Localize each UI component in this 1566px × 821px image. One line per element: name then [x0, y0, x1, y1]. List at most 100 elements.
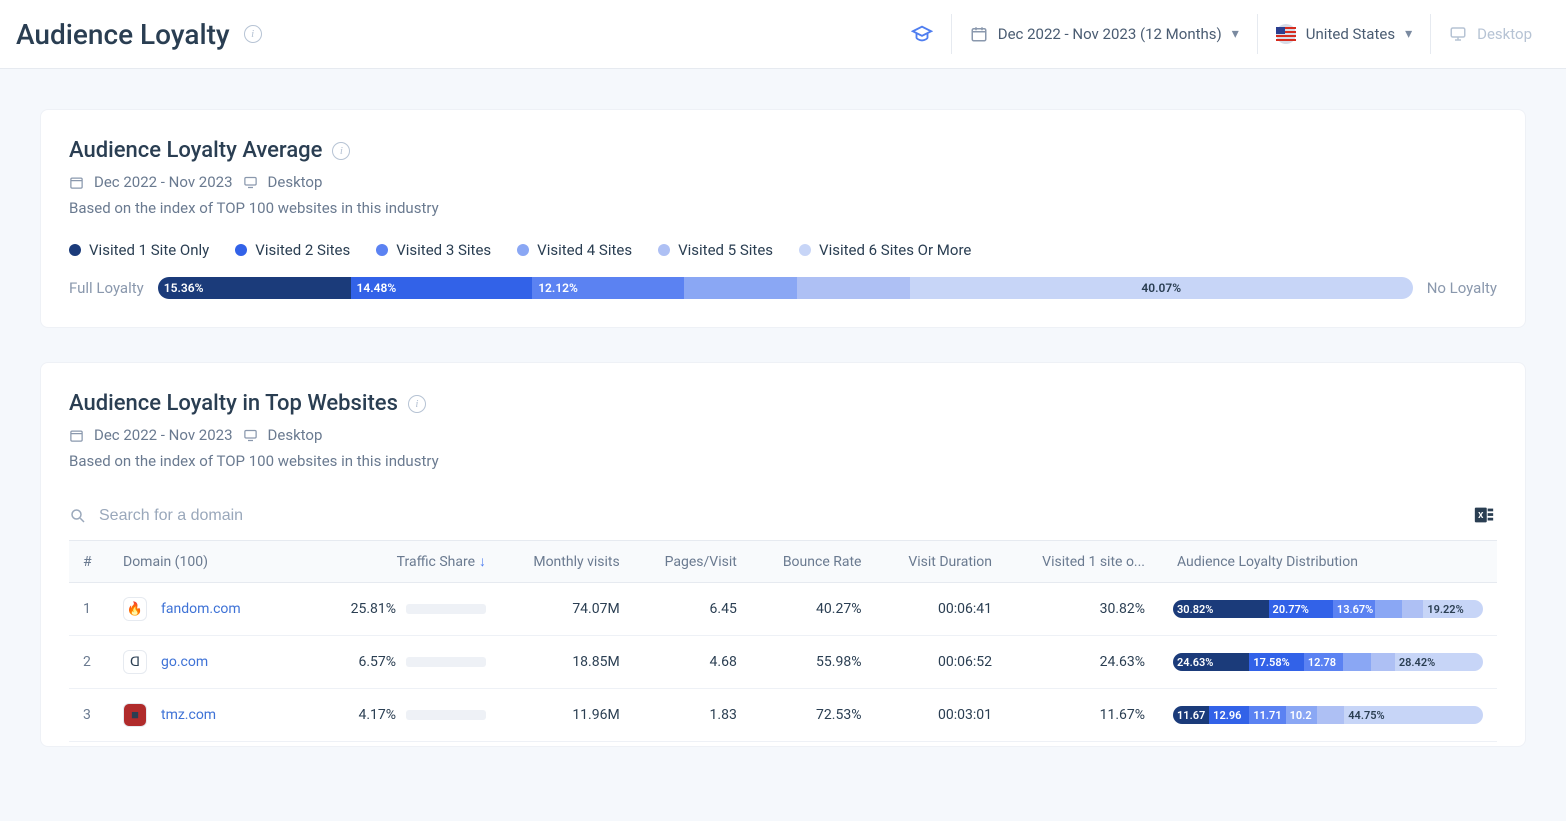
top-device: Desktop — [268, 426, 323, 444]
date-range-label: Dec 2022 - Nov 2023 (12 Months) — [998, 25, 1222, 43]
loyalty-segment — [684, 277, 797, 299]
legend-label: Visited 6 Sites Or More — [819, 241, 971, 259]
cell-pages: 1.83 — [634, 689, 751, 742]
dist-segment: 20.77% — [1269, 600, 1333, 618]
info-icon[interactable]: i — [408, 395, 426, 413]
avg-date: Dec 2022 - Nov 2023 — [94, 173, 233, 191]
cell-duration: 00:06:41 — [875, 583, 1006, 636]
col-bounce[interactable]: Bounce Rate — [751, 541, 876, 583]
legend-item[interactable]: Visited 4 Sites — [517, 241, 632, 259]
chevron-down-icon: ▾ — [1405, 26, 1412, 42]
calendar-icon — [69, 428, 84, 443]
no-loyalty-label: No Loyalty — [1427, 279, 1497, 297]
loyalty-average-card: Audience Loyalty Average i Dec 2022 - No… — [40, 109, 1526, 328]
favicon: 🔥 — [123, 597, 147, 621]
full-loyalty-label: Full Loyalty — [69, 279, 144, 297]
dist-segment: 11.67 — [1173, 706, 1209, 724]
info-icon[interactable]: i — [244, 25, 262, 43]
legend-dot — [235, 244, 247, 256]
search-input[interactable] — [99, 507, 499, 525]
dist-segment: 44.75% — [1344, 706, 1483, 724]
legend-dot — [658, 244, 670, 256]
legend-label: Visited 5 Sites — [678, 241, 773, 259]
avg-device: Desktop — [268, 173, 323, 191]
chevron-down-icon: ▾ — [1232, 26, 1239, 42]
loyalty-segment: 14.48% — [351, 277, 533, 299]
cell-domain: 🔥 fandom.com — [109, 583, 309, 636]
col-index[interactable]: # — [69, 541, 109, 583]
dist-segment — [1371, 653, 1395, 671]
country-selector[interactable]: United States ▾ — [1257, 14, 1430, 54]
domain-link[interactable]: tmz.com — [161, 707, 216, 723]
col-pages[interactable]: Pages/Visit — [634, 541, 751, 583]
device-selector[interactable]: Desktop — [1430, 14, 1550, 54]
calendar-icon — [970, 25, 988, 43]
cell-bounce: 40.27% — [751, 583, 876, 636]
sort-desc-icon: ↓ — [479, 554, 486, 570]
domain-link[interactable]: fandom.com — [161, 601, 241, 617]
education-icon[interactable] — [893, 14, 951, 54]
legend-dot — [799, 244, 811, 256]
cell-domain: ■ tmz.com — [109, 689, 309, 742]
cell-dist: 24.63%17.58%12.7828.42% — [1159, 636, 1497, 689]
favicon: ■ — [123, 703, 147, 727]
dist-segment: 28.42% — [1395, 653, 1483, 671]
loyalty-bar-row: Full Loyalty 15.36%14.48%12.12%40.07% No… — [69, 277, 1497, 299]
loyalty-table: # Domain (100) Traffic Share↓ Monthly vi… — [69, 540, 1497, 742]
legend-item[interactable]: Visited 3 Sites — [376, 241, 491, 259]
table-row: 3 ■ tmz.com 4.17% 11.96M 1.83 72.53% 00:… — [69, 689, 1497, 742]
legend-item[interactable]: Visited 2 Sites — [235, 241, 350, 259]
legend-dot — [376, 244, 388, 256]
loyalty-segment: 40.07% — [910, 277, 1413, 299]
legend-item[interactable]: Visited 1 Site Only — [69, 241, 209, 259]
cell-visited1: 11.67% — [1006, 689, 1159, 742]
col-domain[interactable]: Domain (100) — [109, 541, 309, 583]
legend-item[interactable]: Visited 6 Sites Or More — [799, 241, 971, 259]
legend-item[interactable]: Visited 5 Sites — [658, 241, 773, 259]
info-icon[interactable]: i — [332, 142, 350, 160]
col-traffic[interactable]: Traffic Share↓ — [309, 541, 500, 583]
loyalty-stacked-bar: 15.36%14.48%12.12%40.07% — [158, 277, 1413, 299]
col-duration[interactable]: Visit Duration — [875, 541, 1006, 583]
cell-traffic: 4.17% — [309, 689, 500, 742]
dist-segment — [1317, 706, 1344, 724]
legend: Visited 1 Site Only Visited 2 Sites Visite… — [69, 241, 1497, 259]
dist-segment — [1402, 600, 1424, 618]
col-visits[interactable]: Monthly visits — [500, 541, 634, 583]
avg-card-meta: Dec 2022 - Nov 2023 Desktop — [69, 173, 1497, 191]
top-subtext: Based on the index of TOP 100 websites i… — [69, 452, 1497, 470]
export-excel-button[interactable]: X — [1473, 504, 1497, 528]
device-label: Desktop — [1477, 25, 1532, 43]
table-header-row: # Domain (100) Traffic Share↓ Monthly vi… — [69, 541, 1497, 583]
cell-index: 2 — [69, 636, 109, 689]
cell-domain: ᗡ go.com — [109, 636, 309, 689]
dist-segment: 10.2 — [1286, 706, 1318, 724]
col-visited1[interactable]: Visited 1 site o... — [1006, 541, 1159, 583]
dist-segment — [1375, 600, 1401, 618]
loyalty-segment: 12.12% — [532, 277, 684, 299]
dist-segment: 30.82% — [1173, 600, 1269, 618]
dist-segment: 11.71 — [1249, 706, 1285, 724]
dist-segment: 24.63% — [1173, 653, 1249, 671]
desktop-icon — [243, 175, 258, 190]
favicon: ᗡ — [123, 650, 147, 674]
loyalty-segment — [797, 277, 910, 299]
dist-segment: 17.58% — [1249, 653, 1303, 671]
table-row: 2 ᗡ go.com 6.57% 18.85M 4.68 55.98% 00:0… — [69, 636, 1497, 689]
cell-duration: 00:06:52 — [875, 636, 1006, 689]
avg-card-title-row: Audience Loyalty Average i — [69, 138, 1497, 163]
cell-visited1: 30.82% — [1006, 583, 1159, 636]
loyalty-top-card: Audience Loyalty in Top Websites i Dec 2… — [40, 362, 1526, 747]
cell-traffic: 6.57% — [309, 636, 500, 689]
search-row: X — [69, 488, 1497, 540]
legend-label: Visited 4 Sites — [537, 241, 632, 259]
traffic-bar — [406, 710, 486, 720]
col-dist[interactable]: Audience Loyalty Distribution — [1159, 541, 1497, 583]
cell-pages: 4.68 — [634, 636, 751, 689]
avg-card-title: Audience Loyalty Average — [69, 138, 322, 163]
domain-link[interactable]: go.com — [161, 654, 208, 670]
date-range-selector[interactable]: Dec 2022 - Nov 2023 (12 Months) ▾ — [951, 14, 1257, 54]
cell-duration: 00:03:01 — [875, 689, 1006, 742]
cell-visits: 11.96M — [500, 689, 634, 742]
country-label: United States — [1306, 25, 1395, 43]
